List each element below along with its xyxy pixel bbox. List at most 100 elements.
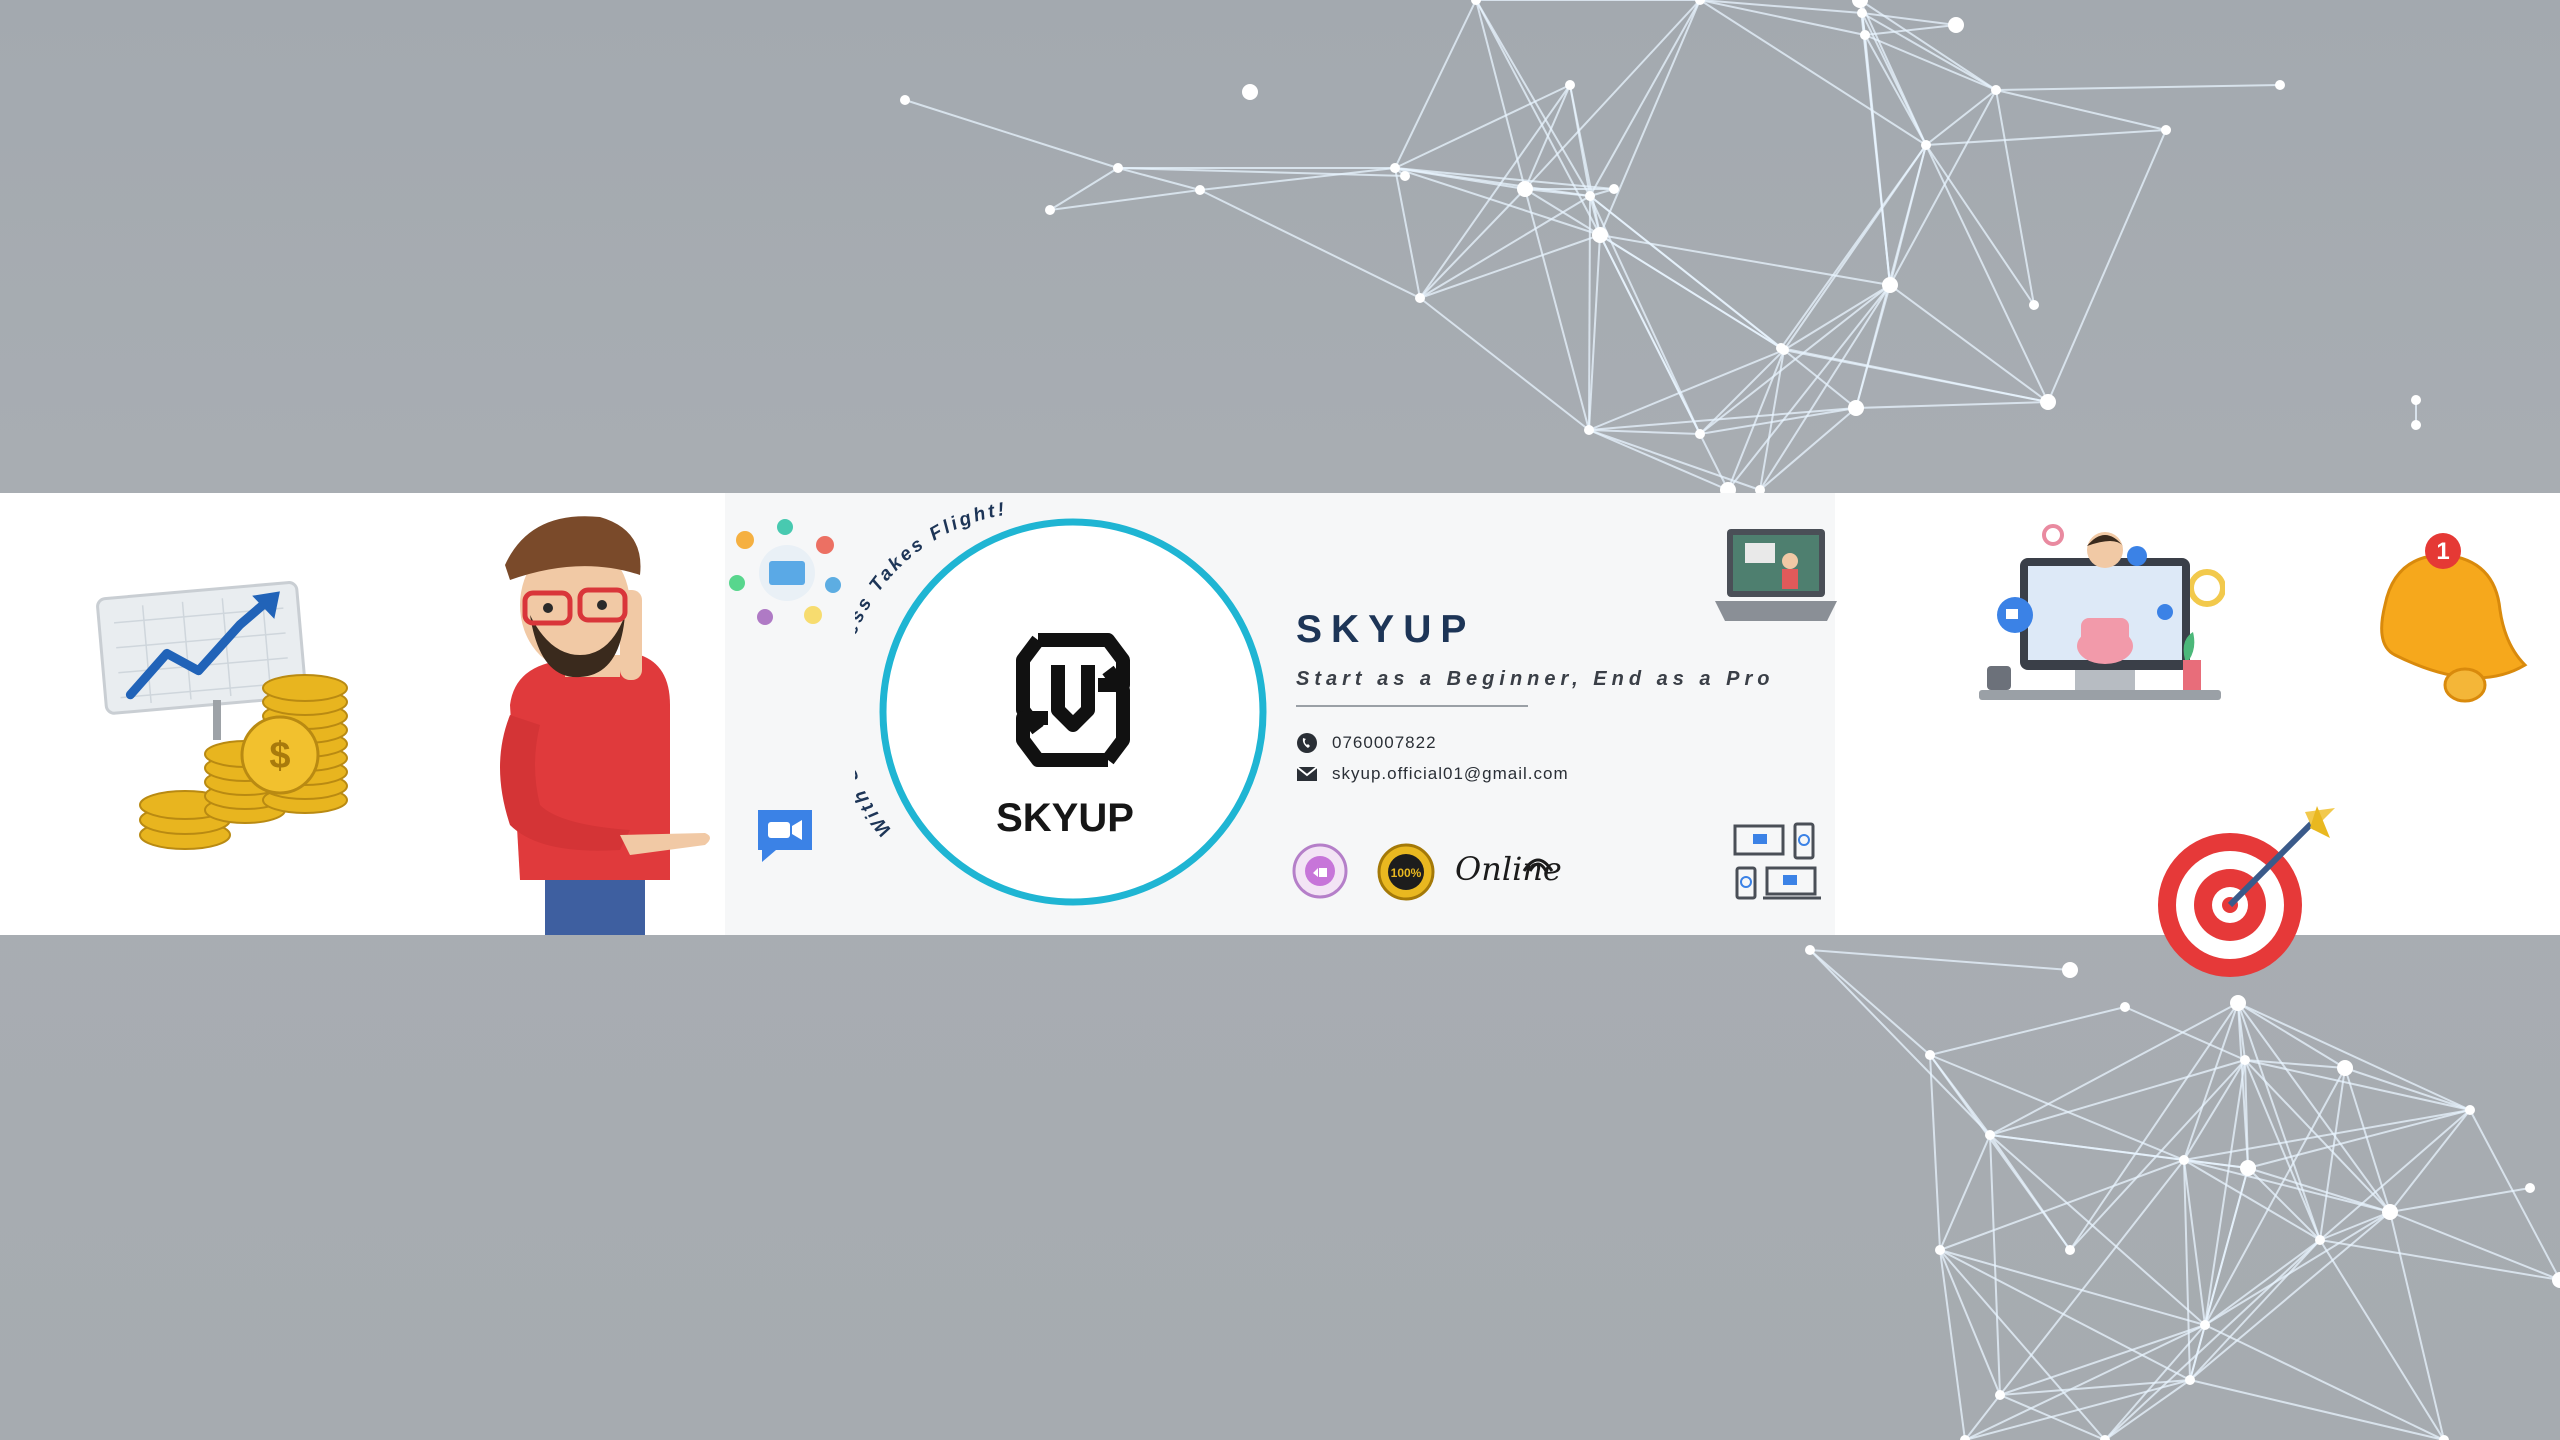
network-link — [1989, 1002, 2239, 1136]
network-node — [2120, 1002, 2130, 1012]
network-link — [1989, 1134, 2071, 1251]
network-node — [1991, 85, 2001, 95]
network-link — [2204, 1067, 2346, 1326]
phone-number[interactable]: 0760007822 — [1332, 733, 1437, 753]
network-link — [2344, 1067, 2471, 1111]
network-node — [2552, 1272, 2560, 1288]
network-link — [1925, 129, 2167, 146]
network-link — [904, 99, 1119, 169]
network-node — [1113, 163, 1123, 173]
network-link — [2244, 1059, 2321, 1241]
recommended-badge-icon — [1292, 843, 1348, 899]
network-node — [1695, 429, 1705, 439]
network-link — [2319, 1239, 2560, 1281]
multi-device-video-icon — [1733, 822, 1821, 900]
network-link — [1699, 0, 1863, 14]
network-link — [1995, 89, 2167, 131]
brand-title: SKYUP — [1296, 608, 1476, 651]
network-node — [1517, 181, 1533, 197]
wifi-signal-icon — [1522, 858, 1554, 872]
network-link — [1995, 89, 2035, 306]
network-node — [1390, 163, 1400, 173]
network-link — [2047, 129, 2167, 403]
network-node — [2337, 1060, 2353, 1076]
network-link — [2389, 1211, 2445, 1440]
network-link — [1727, 349, 1785, 491]
network-link — [1855, 401, 2049, 409]
phone-icon — [1297, 733, 1317, 753]
network-node — [2525, 1183, 2535, 1193]
network-link — [2389, 1187, 2531, 1213]
network-node — [1860, 30, 1870, 40]
network-link — [1049, 189, 1201, 211]
logo-badge: With Skyup, Success Takes Flight! — [855, 499, 1267, 906]
network-node — [1882, 277, 1898, 293]
network-node — [2411, 420, 2421, 430]
network-node — [1805, 945, 1815, 955]
gold-badge-text: 100% — [1391, 866, 1422, 880]
network-node — [1848, 400, 1864, 416]
network-link — [1939, 1159, 2185, 1251]
notification-bell-icon: 1 — [2380, 533, 2528, 703]
network-link — [2244, 1059, 2471, 1111]
network-node — [1584, 425, 1594, 435]
network-link — [2183, 1159, 2391, 1213]
network-link — [2204, 1239, 2321, 1326]
network-node — [1995, 1390, 2005, 1400]
network-node — [2382, 1204, 2398, 1220]
network-link — [2319, 1211, 2391, 1241]
network-link — [1049, 167, 1119, 211]
network-link — [2237, 1002, 2321, 1241]
network-link — [1599, 234, 1782, 349]
network-link — [2237, 1002, 2346, 1069]
laptop-lesson-icon — [1715, 529, 1837, 621]
network-node — [1045, 205, 1055, 215]
network-node — [1948, 17, 1964, 33]
network-link — [1419, 297, 1590, 431]
network-node — [2185, 1375, 2195, 1385]
network-link — [1524, 188, 1590, 431]
network-node — [2230, 995, 2246, 1011]
cartoon-man-pointing — [500, 516, 710, 935]
network-node — [1585, 191, 1595, 201]
growth-chart-coins-icon: $ — [96, 581, 348, 850]
network-link — [1809, 949, 1931, 1056]
network-link — [2319, 1067, 2346, 1241]
network-link — [2069, 1059, 2246, 1251]
network-node — [2040, 394, 2056, 410]
gold-guarantee-badge-icon: 100% — [1377, 843, 1435, 901]
elearning-icons-cluster — [729, 519, 841, 625]
network-link — [1925, 89, 1997, 146]
network-link — [1394, 167, 1591, 197]
network-link — [1588, 429, 1701, 435]
network-node — [1565, 80, 1575, 90]
network-node — [1592, 227, 1608, 243]
network-link — [1117, 167, 1201, 191]
network-link — [1999, 1159, 2185, 1396]
network-node — [1415, 293, 1425, 303]
video-chat-icon — [758, 810, 812, 862]
email-address[interactable]: skyup.official01@gmail.com — [1332, 764, 1569, 784]
network-node — [2315, 1235, 2325, 1245]
network-node — [2065, 1245, 2075, 1255]
network-link — [1929, 1054, 1941, 1251]
network-node — [900, 95, 910, 105]
notification-badge: 1 — [2436, 538, 2449, 565]
network-node — [1400, 171, 1410, 181]
network-node — [2240, 1055, 2250, 1065]
network-node — [2062, 962, 2078, 978]
target-dart-icon — [2158, 806, 2335, 977]
network-link — [1588, 429, 1729, 491]
network-node — [2029, 300, 2039, 310]
email-row: skyup.official01@gmail.com — [1296, 764, 1569, 784]
network-link — [1589, 0, 1701, 197]
network-node — [1609, 184, 1619, 194]
network-link — [1394, 167, 1421, 299]
network-node — [1852, 0, 1868, 8]
network-link — [1925, 144, 2035, 306]
network-link — [2104, 1379, 2191, 1440]
coin-symbol: $ — [269, 735, 290, 777]
network-link — [1727, 284, 1891, 491]
network-node — [2161, 125, 2171, 135]
network-link — [1394, 0, 1477, 169]
